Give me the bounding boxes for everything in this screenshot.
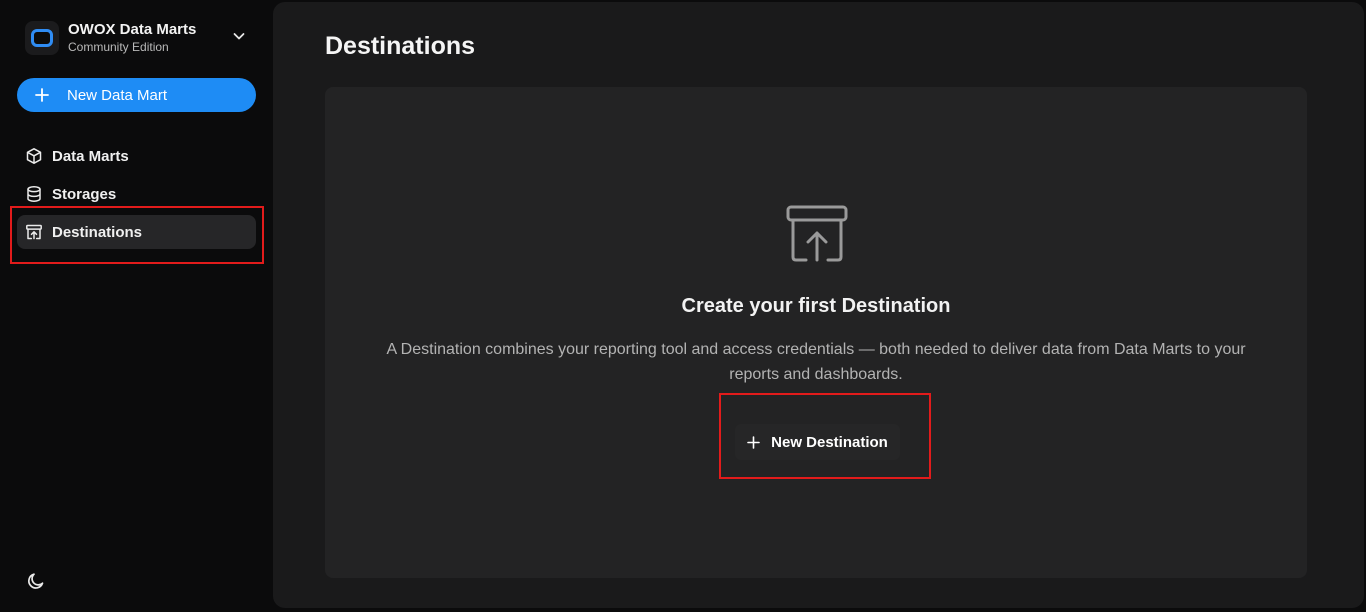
sidebar-item-storages[interactable]: Storages (17, 177, 256, 211)
empty-state-card: Create your first Destination A Destinat… (325, 87, 1307, 578)
chevron-down-icon[interactable] (231, 28, 247, 44)
cube-icon (25, 147, 43, 165)
archive-upload-icon (25, 223, 43, 241)
sidebar-item-label: Data Marts (52, 147, 129, 165)
main-panel: Destinations Create your first Destinati… (273, 2, 1364, 608)
sidebar-item-label: Destinations (52, 223, 143, 241)
moon-icon[interactable] (26, 571, 46, 591)
new-data-mart-label: New Data Mart (67, 86, 168, 104)
page-title: Destinations (325, 32, 476, 60)
owox-logo (25, 21, 59, 55)
project-switcher[interactable]: OWOX Data Marts Community Edition (25, 18, 265, 58)
app-name: OWOX Data Marts (68, 20, 197, 38)
sidebar: OWOX Data Marts Community Edition New Da… (0, 0, 272, 612)
empty-state-description: A Destination combines your reporting to… (386, 341, 1246, 383)
sidebar-item-destinations[interactable]: Destinations (17, 215, 256, 249)
new-destination-button[interactable]: New Destination (735, 424, 900, 460)
archive-upload-icon (786, 205, 848, 262)
empty-state-title: Create your first Destination (681, 295, 951, 317)
sidebar-item-data-marts[interactable]: Data Marts (17, 139, 256, 173)
plus-icon (747, 435, 760, 449)
app-edition: Community Edition (68, 40, 169, 55)
sidebar-item-label: Storages (52, 185, 117, 203)
new-data-mart-button[interactable]: New Data Mart (17, 78, 256, 112)
database-icon (25, 185, 43, 203)
plus-icon (35, 88, 49, 102)
new-destination-label: New Destination (771, 433, 888, 451)
